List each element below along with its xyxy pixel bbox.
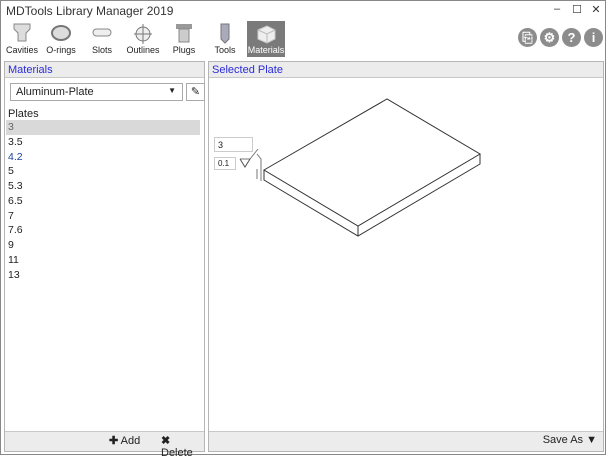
save-as-button[interactable]: Save As ▼: [543, 434, 597, 446]
selected-plate-panel: Selected Plate 3 0.1 Save As ▼: [208, 61, 604, 452]
plate-footer: Save As ▼: [209, 431, 603, 451]
flatness-input[interactable]: 0.1: [214, 157, 236, 170]
chevron-down-icon: ▼: [586, 434, 597, 446]
plate-drawing: [239, 98, 481, 237]
thickness-input[interactable]: 3: [214, 137, 253, 152]
save-as-label: Save As: [542, 434, 584, 446]
